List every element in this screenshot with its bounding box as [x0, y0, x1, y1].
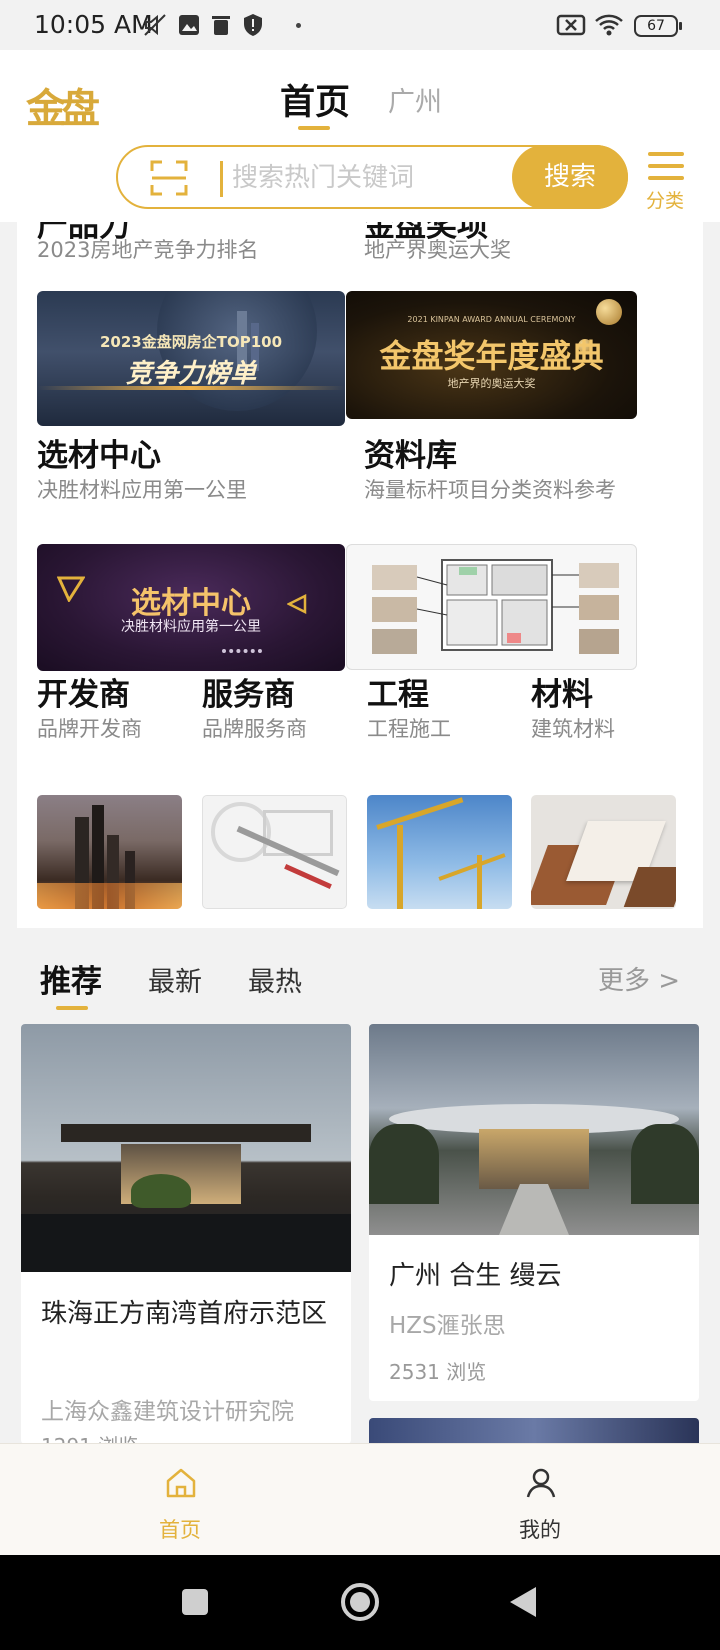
award-banner[interactable]: 2021 KINPAN AWARD ANNUAL CEREMONY 金盘奖年度盛…	[346, 291, 637, 419]
category-title[interactable]: 材料	[531, 669, 593, 714]
search-input[interactable]	[232, 155, 472, 201]
banner-subtitle: 地产界的奥运大奖	[447, 377, 536, 390]
category-title[interactable]: 选材中心	[37, 430, 161, 475]
project-image	[369, 1024, 699, 1235]
status-bar: 10:05 AM 67	[0, 0, 720, 50]
category-subtitle: 2023房地产竞争力排名	[37, 238, 259, 262]
project-image	[21, 1024, 351, 1272]
home-icon	[166, 1468, 196, 1498]
card-author: HZS滙张思	[389, 1313, 506, 1339]
category-subtitle: 决胜材料应用第一公里	[37, 478, 247, 502]
active-tab-indicator	[298, 126, 330, 130]
mute-icon	[144, 14, 166, 36]
material-thumbnail[interactable]	[531, 795, 676, 909]
no-sim-icon	[556, 14, 586, 36]
user-icon	[526, 1468, 556, 1498]
floorplan-banner[interactable]	[346, 544, 637, 670]
trash-icon	[212, 16, 230, 35]
ranking-banner[interactable]: 2023金盘网房企TOP100 竞争力榜单	[37, 291, 345, 426]
battery-indicator: 67	[634, 15, 682, 37]
banner-title: 2023金盘网房企TOP100	[99, 333, 283, 351]
search-bar: 搜索	[116, 145, 628, 209]
view-count: 2531	[389, 1360, 440, 1384]
category-section: 产品力 2023房地产竞争力排名 金盘奖项 地产界奥运大奖 2023金盘网房企T…	[17, 222, 703, 928]
category-subtitle: 工程施工	[367, 717, 451, 741]
banner-caption: 2021 KINPAN AWARD ANNUAL CEREMONY	[407, 315, 576, 324]
banner-title: 金盘奖年度盛典	[379, 337, 604, 375]
material-banner[interactable]: 选材中心 决胜材料应用第一公里	[37, 544, 345, 671]
status-time: 10:05 AM	[34, 10, 153, 39]
feed-tab-recommended[interactable]: 推荐	[40, 956, 102, 1001]
shield-icon	[244, 14, 262, 36]
search-button[interactable]: 搜索	[512, 145, 628, 209]
card-title: 广州 合生 缦云	[389, 1261, 562, 1291]
card-author: 上海众鑫建筑设计研究院	[41, 1399, 294, 1425]
app-logo: 金盘	[26, 85, 100, 132]
developer-thumbnail[interactable]	[37, 795, 182, 909]
nav-profile-label: 我的	[519, 1518, 561, 1542]
card-views: 2531 浏览	[389, 1356, 486, 1385]
home-button-icon[interactable]	[340, 1582, 380, 1622]
wifi-icon	[595, 14, 623, 36]
bottom-navigation: 首页 我的	[0, 1443, 720, 1555]
banner-subtitle: 决胜材料应用第一公里	[121, 619, 261, 635]
category-menu-label[interactable]: 分类	[646, 186, 684, 213]
tab-home[interactable]: 首页	[280, 74, 350, 125]
feed-card[interactable]: 广州 合生 缦云 HZS滙张思 2531 浏览	[369, 1024, 699, 1401]
tab-city[interactable]: 广州	[388, 80, 442, 119]
category-title[interactable]: 资料库	[364, 430, 457, 475]
banner-subtitle: 竞争力榜单	[125, 359, 256, 389]
card-title: 珠海正方南湾首府示范区	[41, 1299, 328, 1329]
notification-dot	[296, 23, 301, 28]
system-navigation-bar	[0, 1555, 720, 1650]
feed-card[interactable]: 珠海正方南湾首府示范区 上海众鑫建筑设计研究院 1291 浏览	[21, 1024, 351, 1444]
category-title[interactable]: 服务商	[202, 669, 295, 714]
category-subtitle: 品牌服务商	[202, 717, 307, 741]
service-thumbnail[interactable]	[202, 795, 347, 909]
scan-icon[interactable]	[150, 160, 188, 196]
image-icon	[179, 15, 199, 35]
back-icon[interactable]	[508, 1585, 538, 1619]
more-link[interactable]: 更多 >	[598, 960, 680, 997]
category-subtitle: 地产界奥运大奖	[364, 238, 511, 262]
nav-home-label: 首页	[159, 1518, 201, 1542]
feed-tab-hottest[interactable]: 最热	[248, 960, 302, 999]
feed-tab-latest[interactable]: 最新	[148, 960, 202, 999]
recent-apps-icon[interactable]	[180, 1587, 210, 1617]
card-views: 1291 浏览	[41, 1430, 138, 1444]
category-subtitle: 品牌开发商	[37, 717, 142, 741]
floorplan-image	[372, 559, 619, 654]
category-title[interactable]: 工程	[367, 669, 429, 714]
app-header: 金盘 首页 广州 搜索 分类	[0, 50, 720, 222]
view-label: 浏览	[446, 1360, 487, 1384]
category-subtitle: 海量标杆项目分类资料参考	[364, 478, 616, 502]
category-subtitle: 建筑材料	[531, 717, 615, 741]
category-menu-icon[interactable]	[648, 152, 684, 180]
engineering-thumbnail[interactable]	[367, 795, 512, 909]
text-cursor	[220, 161, 223, 197]
feed-tab-indicator	[56, 1006, 88, 1010]
nav-home[interactable]: 首页	[0, 1444, 360, 1556]
nav-profile[interactable]: 我的	[360, 1444, 720, 1556]
category-title[interactable]: 开发商	[37, 669, 130, 714]
